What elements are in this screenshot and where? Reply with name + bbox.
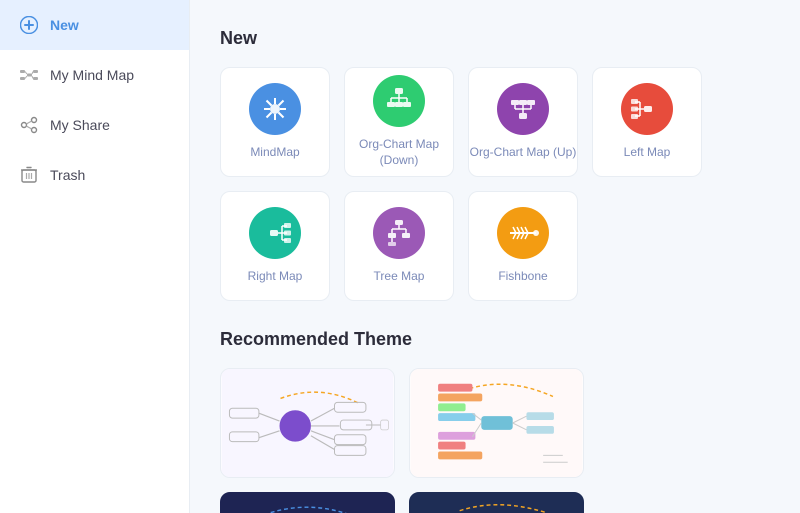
map-type-grid: MindMap Org-Chart Map (Down) <box>220 67 770 301</box>
mindmap-icon <box>249 83 301 135</box>
orgchart-down-icon <box>373 75 425 127</box>
orgchart-down-label: Org-Chart Map (Down) <box>345 137 453 168</box>
fishbone-label: Fishbone <box>498 269 547 285</box>
fishbone-icon <box>497 207 549 259</box>
mymindmap-icon <box>18 64 40 86</box>
plus-icon <box>18 14 40 36</box>
sidebar-item-mymindmap[interactable]: My Mind Map <box>0 50 189 100</box>
sidebar-item-mymindmap-label: My Mind Map <box>50 67 134 83</box>
theme-grid <box>220 368 770 513</box>
rightmap-icon <box>249 207 301 259</box>
sidebar-item-new-label: New <box>50 17 79 33</box>
orgchart-up-label: Org-Chart Map (Up) <box>470 145 577 161</box>
trash-icon <box>18 164 40 186</box>
orgchart-up-icon <box>497 83 549 135</box>
map-card-leftmap[interactable]: Left Map <box>592 67 702 177</box>
sidebar-item-trash-label: Trash <box>50 167 85 183</box>
sidebar-item-myshare-label: My Share <box>50 117 110 133</box>
rightmap-label: Right Map <box>248 269 303 285</box>
map-card-mindmap[interactable]: MindMap <box>220 67 330 177</box>
theme-card-1[interactable] <box>220 368 395 478</box>
main-content: New MindMap <box>190 0 800 513</box>
leftmap-label: Left Map <box>624 145 671 161</box>
leftmap-icon <box>621 83 673 135</box>
sidebar-item-trash[interactable]: Trash <box>0 150 189 200</box>
new-section-title: New <box>220 28 770 49</box>
map-card-fishbone[interactable]: Fishbone <box>468 191 578 301</box>
map-card-treemap[interactable]: Tree Map <box>344 191 454 301</box>
map-card-orgchart-down[interactable]: Org-Chart Map (Down) <box>344 67 454 177</box>
theme-card-3[interactable] <box>220 492 395 513</box>
map-card-orgchart-up[interactable]: Org-Chart Map (Up) <box>468 67 578 177</box>
map-card-rightmap[interactable]: Right Map <box>220 191 330 301</box>
share-icon <box>18 114 40 136</box>
treemap-icon <box>373 207 425 259</box>
sidebar-item-myshare[interactable]: My Share <box>0 100 189 150</box>
treemap-label: Tree Map <box>374 269 425 285</box>
recommended-section-title: Recommended Theme <box>220 329 770 350</box>
theme-card-4[interactable] <box>409 492 584 513</box>
mindmap-label: MindMap <box>250 145 299 161</box>
theme-card-2[interactable] <box>409 368 584 478</box>
sidebar: New My Mind Map <box>0 0 190 513</box>
sidebar-item-new[interactable]: New <box>0 0 189 50</box>
